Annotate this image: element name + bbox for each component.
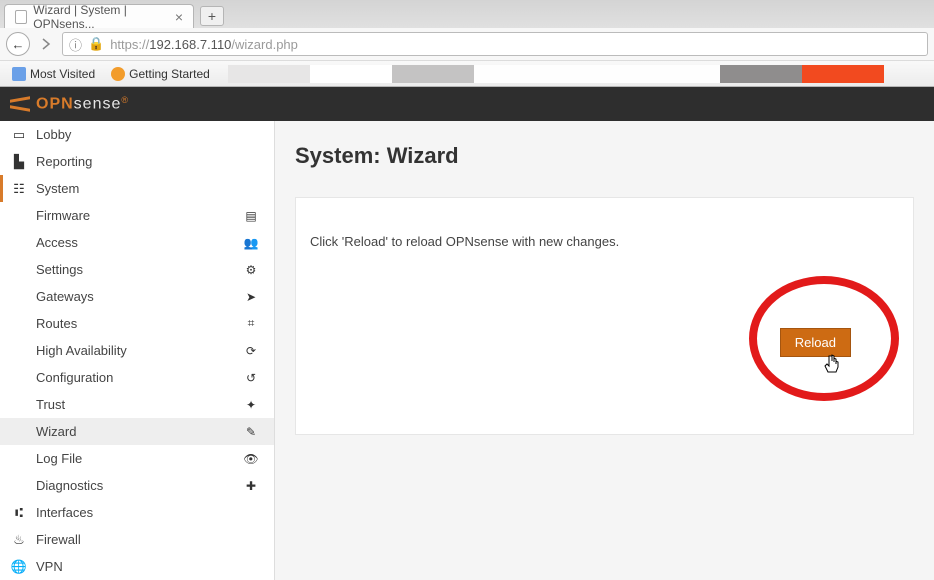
sliders-icon: ☷ (10, 181, 28, 197)
nav-label: Log File (36, 451, 82, 466)
nav-toolbar: ← ⓘ 🔒 https://192.168.7.110/wizard.php (0, 28, 934, 60)
signpost-icon: ⌗ (242, 316, 260, 331)
certificate-icon: ✦ (242, 398, 260, 412)
forward-button[interactable] (34, 32, 58, 56)
nav-lobby[interactable]: ▭ Lobby (0, 121, 274, 148)
nav-label: High Availability (36, 343, 127, 358)
tab-close-icon[interactable]: × (175, 9, 183, 25)
globe-icon: 🌐 (10, 559, 28, 575)
tab-bar: Wizard | System | OPNsens... × + (0, 0, 934, 28)
nav-routes[interactable]: Routes ⌗ (0, 310, 274, 337)
nav-reporting[interactable]: ▙ Reporting (0, 148, 274, 175)
nav-label: Gateways (36, 289, 94, 304)
back-button[interactable]: ← (6, 32, 30, 56)
nav-label: System (36, 181, 79, 196)
history-icon: ↺ (242, 371, 260, 385)
bookmark-most-visited[interactable]: Most Visited (6, 65, 101, 83)
nav-label: Firewall (36, 532, 81, 547)
sitemap-icon: ⑆ (10, 505, 28, 520)
color-segment (474, 65, 556, 83)
wizard-panel: Click 'Reload' to reload OPNsense with n… (295, 197, 914, 435)
color-segment (556, 65, 638, 83)
nav-label: Lobby (36, 127, 71, 142)
reload-button[interactable]: Reload (780, 328, 851, 357)
location-arrow-icon: ➤ (242, 290, 260, 304)
wizard-message: Click 'Reload' to reload OPNsense with n… (310, 234, 899, 249)
medkit-icon: ✚ (242, 479, 260, 493)
laptop-icon: ▭ (10, 127, 28, 143)
nav-settings[interactable]: Settings ⚙ (0, 256, 274, 283)
color-segment (392, 65, 474, 83)
nav-firmware[interactable]: Firmware ▤ (0, 202, 274, 229)
identity-icon[interactable]: ⓘ (69, 35, 82, 54)
logo-mark-icon (10, 96, 30, 112)
tab-title: Wizard | System | OPNsens... (33, 3, 169, 31)
lock-icon: 🔒 (88, 36, 104, 52)
users-icon: 👥 (242, 236, 260, 250)
bookmark-icon (12, 67, 26, 81)
nav-system[interactable]: ☷ System (0, 175, 274, 202)
color-segment (310, 65, 392, 83)
eye-icon: 👁 (242, 452, 260, 466)
url-bar[interactable]: ⓘ 🔒 https://192.168.7.110/wizard.php (62, 32, 928, 56)
bookmark-label: Getting Started (129, 67, 210, 81)
color-segment (638, 65, 720, 83)
nav-trust[interactable]: Trust ✦ (0, 391, 274, 418)
magic-wand-icon: ✎ (242, 425, 260, 439)
save-icon: ▤ (242, 209, 260, 223)
nav-wizard[interactable]: Wizard ✎ (0, 418, 274, 445)
nav-configuration[interactable]: Configuration ↺ (0, 364, 274, 391)
app-header: OPNsense® (0, 87, 934, 121)
segment-bar (228, 65, 884, 83)
nav-diagnostics[interactable]: Diagnostics ✚ (0, 472, 274, 499)
chart-icon: ▙ (10, 154, 28, 170)
logo-reg-mark: ® (121, 95, 129, 105)
nav-log-file[interactable]: Log File 👁 (0, 445, 274, 472)
nav-label: Wizard (36, 424, 76, 439)
nav-label: Configuration (36, 370, 113, 385)
nav-firewall[interactable]: ♨ Firewall (0, 526, 274, 553)
color-segment (802, 65, 884, 83)
url-text: https://192.168.7.110/wizard.php (110, 37, 298, 52)
nav-label: Trust (36, 397, 65, 412)
gears-icon: ⚙ (242, 263, 260, 277)
nav-label: VPN (36, 559, 63, 574)
browser-chrome: Wizard | System | OPNsens... × + ← ⓘ 🔒 h… (0, 0, 934, 87)
logo-text-opn: OPN (36, 95, 74, 112)
nav-high-availability[interactable]: High Availability ⟳ (0, 337, 274, 364)
cursor-pointer-icon (823, 354, 841, 381)
bookmarks-bar: Most Visited Getting Started (0, 60, 934, 86)
nav-vpn[interactable]: 🌐 VPN (0, 553, 274, 580)
nav-interfaces[interactable]: ⑆ Interfaces (0, 499, 274, 526)
main-content: System: Wizard Click 'Reload' to reload … (275, 121, 934, 580)
logo-text-sense: sense (74, 95, 122, 112)
nav-label: Diagnostics (36, 478, 103, 493)
bookmark-label: Most Visited (30, 67, 95, 81)
sidebar: ▭ Lobby ▙ Reporting ☷ System Firmware ▤ … (0, 121, 275, 580)
nav-label: Reporting (36, 154, 92, 169)
nav-label: Routes (36, 316, 77, 331)
new-tab-button[interactable]: + (200, 6, 224, 26)
bookmark-icon (111, 67, 125, 81)
page-title: System: Wizard (295, 143, 914, 169)
nav-label: Firmware (36, 208, 90, 223)
color-segment (720, 65, 802, 83)
app-body: ▭ Lobby ▙ Reporting ☷ System Firmware ▤ … (0, 121, 934, 580)
nav-label: Interfaces (36, 505, 93, 520)
nav-label: Settings (36, 262, 83, 277)
nav-gateways[interactable]: Gateways ➤ (0, 283, 274, 310)
nav-label: Access (36, 235, 78, 250)
tab-favicon (15, 10, 27, 24)
bookmark-getting-started[interactable]: Getting Started (105, 65, 216, 83)
browser-tab[interactable]: Wizard | System | OPNsens... × (4, 4, 194, 28)
fire-icon: ♨ (10, 532, 28, 548)
brand-logo[interactable]: OPNsense® (10, 95, 129, 113)
nav-access[interactable]: Access 👥 (0, 229, 274, 256)
refresh-icon: ⟳ (242, 344, 260, 358)
color-segment (228, 65, 310, 83)
